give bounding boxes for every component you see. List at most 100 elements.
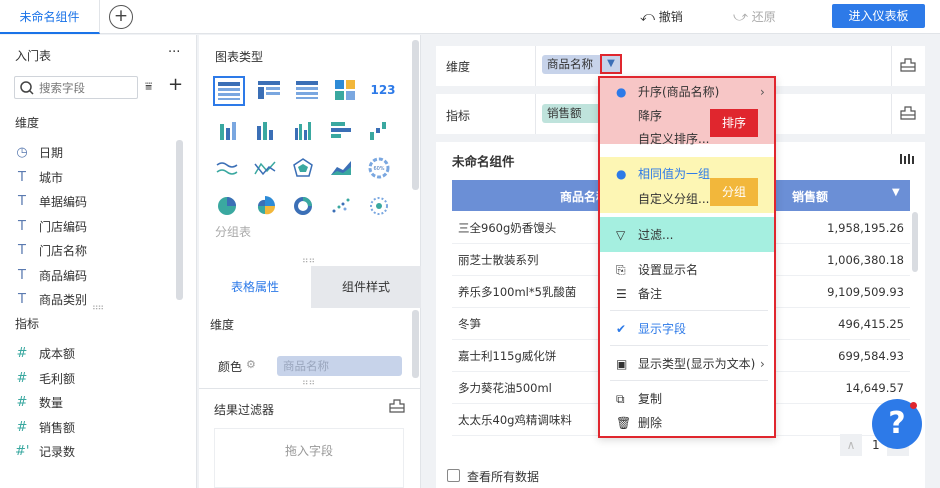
gauge-icon[interactable]: 60% (365, 154, 393, 182)
add-field-icon[interactable]: + (168, 74, 183, 95)
redo-icon: ⤻ (733, 9, 748, 25)
add-tab-button[interactable]: + (109, 5, 133, 29)
dimension-shelf-icon[interactable] (900, 58, 916, 75)
divider (610, 380, 768, 381)
dimension-type-icon: T (18, 169, 26, 185)
field-label: 城市 (39, 170, 64, 185)
measure-field-item[interactable]: #' 记录数 (0, 440, 180, 465)
dimension-field-item[interactable]: T 单据编码 (0, 190, 180, 215)
dimension-field-item[interactable]: T 商品编码 (0, 264, 180, 289)
redo-button[interactable]: ⤻ 还原 (733, 0, 776, 34)
chart-type-scrollbar[interactable] (412, 40, 419, 190)
field-label: 销售额 (39, 420, 76, 435)
horizontal-bar-icon[interactable] (327, 116, 355, 144)
color-field-chip[interactable]: 商品名称 (277, 356, 402, 376)
drag-handle[interactable]: ⠶⠶ (92, 303, 104, 313)
field-settings-icon[interactable]: ⩸ (145, 79, 152, 94)
divider (199, 388, 421, 389)
prev-page-button[interactable]: ∧ (840, 434, 862, 456)
cross-table-icon[interactable] (293, 76, 321, 104)
detail-table-icon[interactable] (255, 76, 283, 104)
metric-chip[interactable]: 销售额 (542, 104, 602, 123)
heatmap-table-icon[interactable] (331, 76, 359, 104)
tab-table-properties[interactable]: 表格属性 (199, 266, 311, 308)
search-icon (20, 80, 34, 95)
dimension-type-icon: ◷ (16, 145, 28, 160)
menu-filter[interactable]: ▽ 过滤... (600, 223, 776, 247)
field-context-menu: ● 升序(商品名称) › 降序 自定义排序... 排序 ● 相同值为一组 自定义分组.… (598, 76, 776, 438)
radar-chart-icon[interactable] (289, 154, 317, 182)
result-filter-title: 结果过滤器 (214, 403, 275, 417)
widget-title: 未命名组件 (452, 154, 515, 169)
metric-shelf-icon[interactable] (900, 106, 916, 123)
field-label: 成本额 (39, 347, 76, 361)
pie-chart-icon[interactable] (213, 192, 241, 220)
area-chart-icon[interactable] (327, 154, 355, 182)
measure-type-icon: # (16, 395, 28, 410)
divider (610, 310, 768, 311)
menu-copy[interactable]: ⧉ 复制 (600, 387, 776, 411)
menu-show-field[interactable]: ✔ 显示字段 (600, 317, 776, 341)
dimension-field-item[interactable]: T 门店名称 (0, 239, 180, 264)
filter-icon: ▽ (616, 228, 626, 242)
divider (891, 94, 892, 134)
line-chart-icon[interactable] (213, 154, 241, 182)
enter-dashboard-button[interactable]: 进入仪表板 (832, 4, 925, 28)
see-all-checkbox[interactable] (447, 469, 460, 482)
sort-caret-icon[interactable]: ▼ (892, 187, 900, 198)
chip-dropdown-icon[interactable]: ▼ (600, 54, 622, 74)
divider (535, 46, 536, 86)
stacked-bar-icon[interactable] (213, 116, 241, 144)
table-scrollbar[interactable] (912, 212, 918, 272)
dimension-list: ◷ 日期 T 城市 T 单据编码 T 门店编码 T 门店名称 T 商品编码 T 商品类别 (0, 141, 180, 313)
donut-chart-icon[interactable] (289, 192, 317, 220)
header-col-sales[interactable]: 销售额 (792, 188, 828, 205)
drag-handle[interactable]: ⠶⠶ (302, 378, 315, 388)
more-icon[interactable]: ··· (168, 45, 180, 60)
grouped-bar-icon[interactable] (289, 116, 317, 144)
field-search[interactable] (14, 76, 138, 99)
color-label: 颜色 (218, 360, 243, 374)
dimension-field-item[interactable]: ◷ 日期 (0, 141, 180, 166)
menu-set-display-name[interactable]: ⎘ 设置显示名 (600, 258, 776, 282)
menu-display-type[interactable]: ▣ 显示类型(显示为文本) › (600, 352, 776, 376)
menu-delete[interactable]: 🗑 删除 (600, 411, 776, 435)
search-input[interactable] (39, 80, 133, 95)
scatter-chart-icon[interactable] (327, 192, 355, 220)
dimension-scrollbar[interactable] (176, 140, 183, 300)
bar-chart-icon[interactable] (251, 116, 279, 144)
grouped-table-icon[interactable] (213, 76, 245, 106)
datasource-name: 入门表 (15, 49, 52, 63)
props-scrollbar[interactable] (412, 310, 419, 378)
submenu-arrow-icon: › (760, 357, 765, 371)
dimension-shelf-label: 维度 (446, 60, 471, 74)
tab-unnamed-component[interactable]: 未命名组件 (0, 0, 100, 34)
rose-chart-icon[interactable] (251, 192, 279, 220)
measure-list: # 成本额 # 毛利额 # 数量 # 销售额 #' 记录数 (0, 342, 180, 465)
undo-button[interactable]: ⤺ 撤销 (640, 0, 683, 34)
dimension-field-item[interactable]: T 商品类别 (0, 288, 180, 313)
menu-sort-asc[interactable]: ● 升序(商品名称) › (600, 80, 776, 104)
measure-field-item[interactable]: # 销售额 (0, 416, 180, 441)
menu-note[interactable]: ☰ 备注 (600, 282, 776, 306)
note-icon: ☰ (616, 287, 627, 301)
gear-icon[interactable]: ⚙ (246, 358, 256, 371)
field-label: 日期 (39, 146, 64, 160)
svg-text:60%: 60% (373, 166, 384, 172)
drag-handle[interactable]: ⠶⠶ (302, 256, 315, 266)
bubble-chart-icon[interactable] (365, 192, 393, 220)
dimension-field-item[interactable]: T 城市 (0, 166, 180, 191)
dimension-type-icon: T (18, 218, 26, 234)
filter-drop-zone[interactable]: 拖入字段 (214, 428, 404, 488)
measure-field-item[interactable]: # 毛利额 (0, 367, 180, 392)
widget-toolbar-icon[interactable] (900, 153, 916, 167)
undo-icon: ⤺ (640, 9, 655, 25)
dimension-field-item[interactable]: T 门店编码 (0, 215, 180, 240)
combo-chart-icon[interactable] (251, 154, 279, 182)
tab-component-style[interactable]: 组件样式 (311, 266, 421, 308)
measure-field-item[interactable]: # 成本额 (0, 342, 180, 367)
kpi-number-icon[interactable]: 123 (369, 76, 397, 104)
waterfall-icon[interactable] (365, 116, 393, 144)
measure-field-item[interactable]: # 数量 (0, 391, 180, 416)
filter-settings-icon[interactable] (389, 399, 405, 416)
